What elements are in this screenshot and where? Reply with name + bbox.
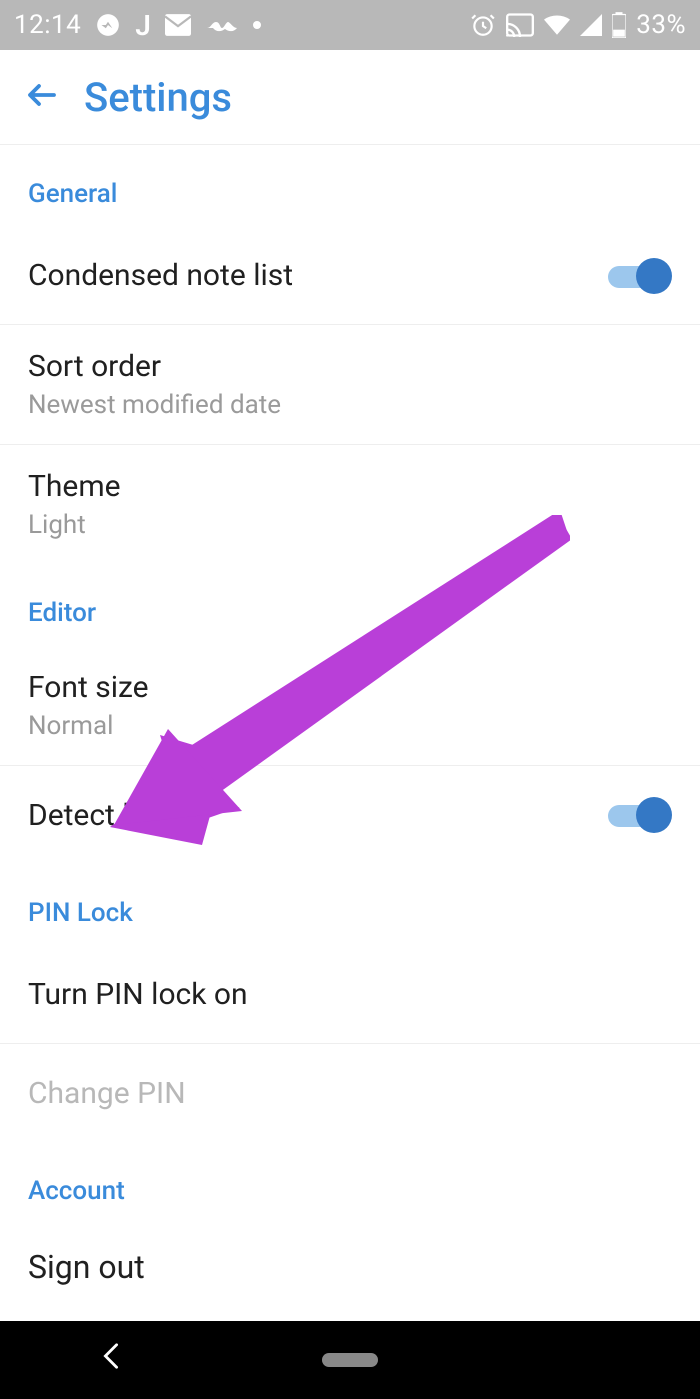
row-change-pin: Change PIN bbox=[0, 1044, 700, 1142]
row-sort-order[interactable]: Sort order Newest modified date bbox=[0, 325, 700, 445]
detect-links-toggle[interactable] bbox=[608, 797, 672, 833]
theme-label: Theme bbox=[28, 469, 672, 504]
row-condensed-note-list[interactable]: Condensed note list bbox=[0, 227, 700, 325]
wifi-icon bbox=[544, 15, 570, 35]
section-general: General bbox=[0, 145, 700, 227]
app-notif-icon: J bbox=[135, 9, 151, 42]
row-detect-links[interactable]: Detect links bbox=[0, 766, 700, 864]
font-size-value: Normal bbox=[28, 711, 672, 741]
battery-percent: 33% bbox=[636, 10, 686, 40]
battery-icon bbox=[612, 12, 626, 38]
condensed-note-list-label: Condensed note list bbox=[28, 258, 608, 293]
back-button[interactable] bbox=[24, 77, 84, 117]
theme-value: Light bbox=[28, 510, 672, 540]
condensed-note-list-toggle[interactable] bbox=[608, 258, 672, 294]
cast-icon bbox=[506, 13, 534, 37]
messenger-icon bbox=[95, 12, 121, 38]
alarm-icon bbox=[470, 12, 496, 38]
android-nav-bar bbox=[0, 1321, 700, 1399]
status-time: 12:14 bbox=[14, 10, 81, 40]
section-pinlock: PIN Lock bbox=[0, 864, 700, 946]
mail-icon bbox=[165, 14, 191, 36]
status-left: 12:14 J bbox=[14, 9, 261, 42]
app-bar: Settings bbox=[0, 50, 700, 145]
turn-pin-on-label: Turn PIN lock on bbox=[28, 977, 672, 1012]
page-title: Settings bbox=[84, 74, 232, 121]
section-account: Account bbox=[0, 1142, 700, 1224]
row-font-size[interactable]: Font size Normal bbox=[0, 646, 700, 766]
change-pin-label: Change PIN bbox=[28, 1076, 672, 1111]
settings-content: General Condensed note list Sort order N… bbox=[0, 145, 700, 1296]
sort-order-label: Sort order bbox=[28, 349, 672, 384]
row-turn-pin-on[interactable]: Turn PIN lock on bbox=[0, 946, 700, 1044]
moustache-icon bbox=[205, 16, 239, 34]
font-size-label: Font size bbox=[28, 670, 672, 705]
status-bar: 12:14 J 33% bbox=[0, 0, 700, 50]
section-editor: Editor bbox=[0, 564, 700, 646]
sort-order-value: Newest modified date bbox=[28, 390, 672, 420]
row-sign-out[interactable]: Sign out bbox=[0, 1224, 700, 1296]
nav-back-icon[interactable] bbox=[101, 1342, 121, 1378]
status-right: 33% bbox=[470, 10, 686, 40]
nav-home-pill[interactable] bbox=[322, 1353, 378, 1367]
detect-links-label: Detect links bbox=[28, 798, 608, 833]
more-notifs-dot bbox=[253, 21, 261, 29]
row-theme[interactable]: Theme Light bbox=[0, 445, 700, 564]
signal-icon bbox=[580, 14, 602, 36]
sign-out-label: Sign out bbox=[28, 1248, 672, 1286]
